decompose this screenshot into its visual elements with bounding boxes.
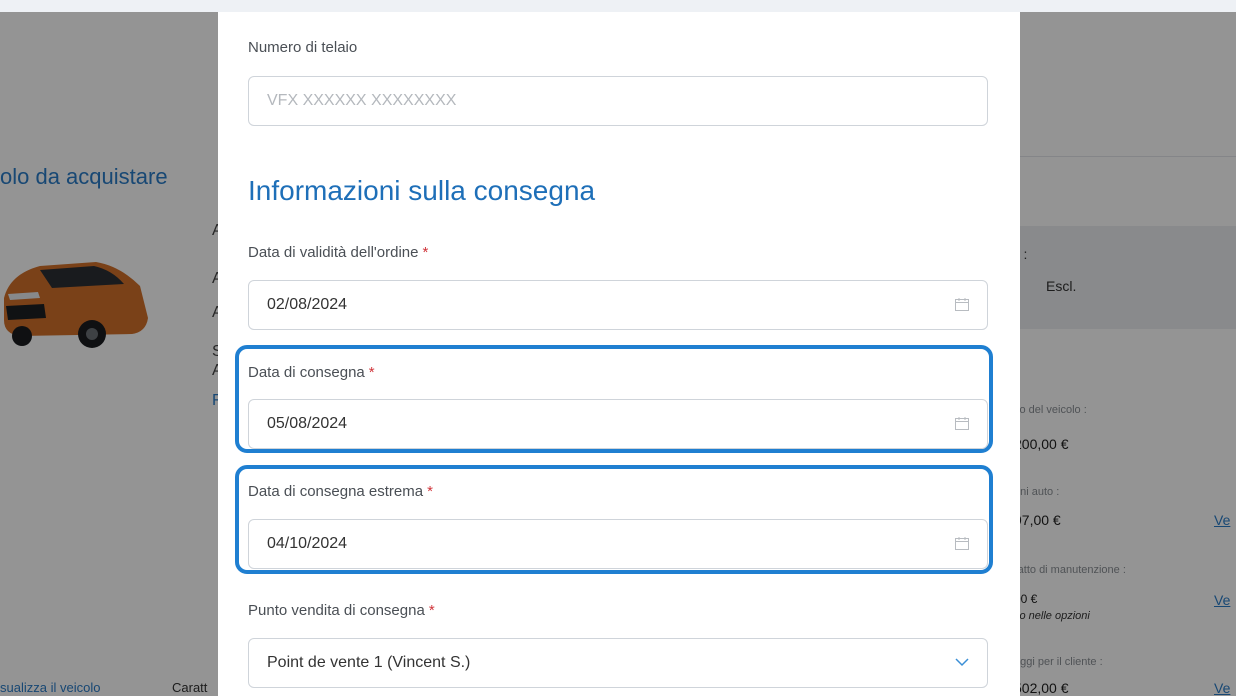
delivery-date-label: Data di consegna * (248, 364, 375, 381)
latest-delivery-date-input[interactable]: 04/10/2024 (248, 519, 988, 569)
chevron-down-icon[interactable] (955, 657, 969, 667)
delivery-date-label-text: Data di consegna (248, 364, 365, 381)
calendar-icon[interactable] (955, 537, 969, 550)
calendar-icon[interactable] (955, 298, 969, 311)
top-strip (0, 0, 1236, 12)
delivery-date-input[interactable]: 05/08/2024 (248, 399, 988, 449)
latest-delivery-date-value: 04/10/2024 (267, 535, 348, 552)
chassis-number-input[interactable]: VFX XXXXXX XXXXXXXX (248, 76, 988, 126)
chassis-number-label: Numero di telaio (248, 39, 358, 56)
delivery-point-label-text: Punto vendita di consegna (248, 602, 425, 619)
latest-delivery-date-label: Data di consegna estrema * (248, 483, 433, 500)
required-asterisk: * (427, 483, 433, 500)
delivery-point-value: Point de vente 1 (Vincent S.) (267, 654, 471, 671)
order-validity-label: Data di validità dell'ordine * (248, 244, 428, 261)
delivery-date-value: 05/08/2024 (267, 415, 348, 432)
order-validity-date-value: 02/08/2024 (267, 296, 348, 313)
latest-delivery-date-label-text: Data di consegna estrema (248, 483, 424, 500)
delivery-modal: Numero di telaio VFX XXXXXX XXXXXXXX Inf… (218, 12, 1020, 696)
delivery-point-select[interactable]: Point de vente 1 (Vincent S.) (248, 638, 988, 688)
order-validity-label-text: Data di validità dell'ordine (248, 244, 419, 261)
required-asterisk: * (428, 602, 435, 619)
chassis-number-placeholder: VFX XXXXXX XXXXXXXX (267, 92, 457, 109)
order-validity-date-input[interactable]: 02/08/2024 (248, 280, 988, 330)
delivery-section-title: Informazioni sulla consegna (248, 175, 596, 206)
required-asterisk: * (368, 364, 375, 381)
required-asterisk: * (422, 244, 429, 261)
calendar-icon[interactable] (955, 417, 969, 430)
delivery-point-label: Punto vendita di consegna * (248, 602, 435, 619)
